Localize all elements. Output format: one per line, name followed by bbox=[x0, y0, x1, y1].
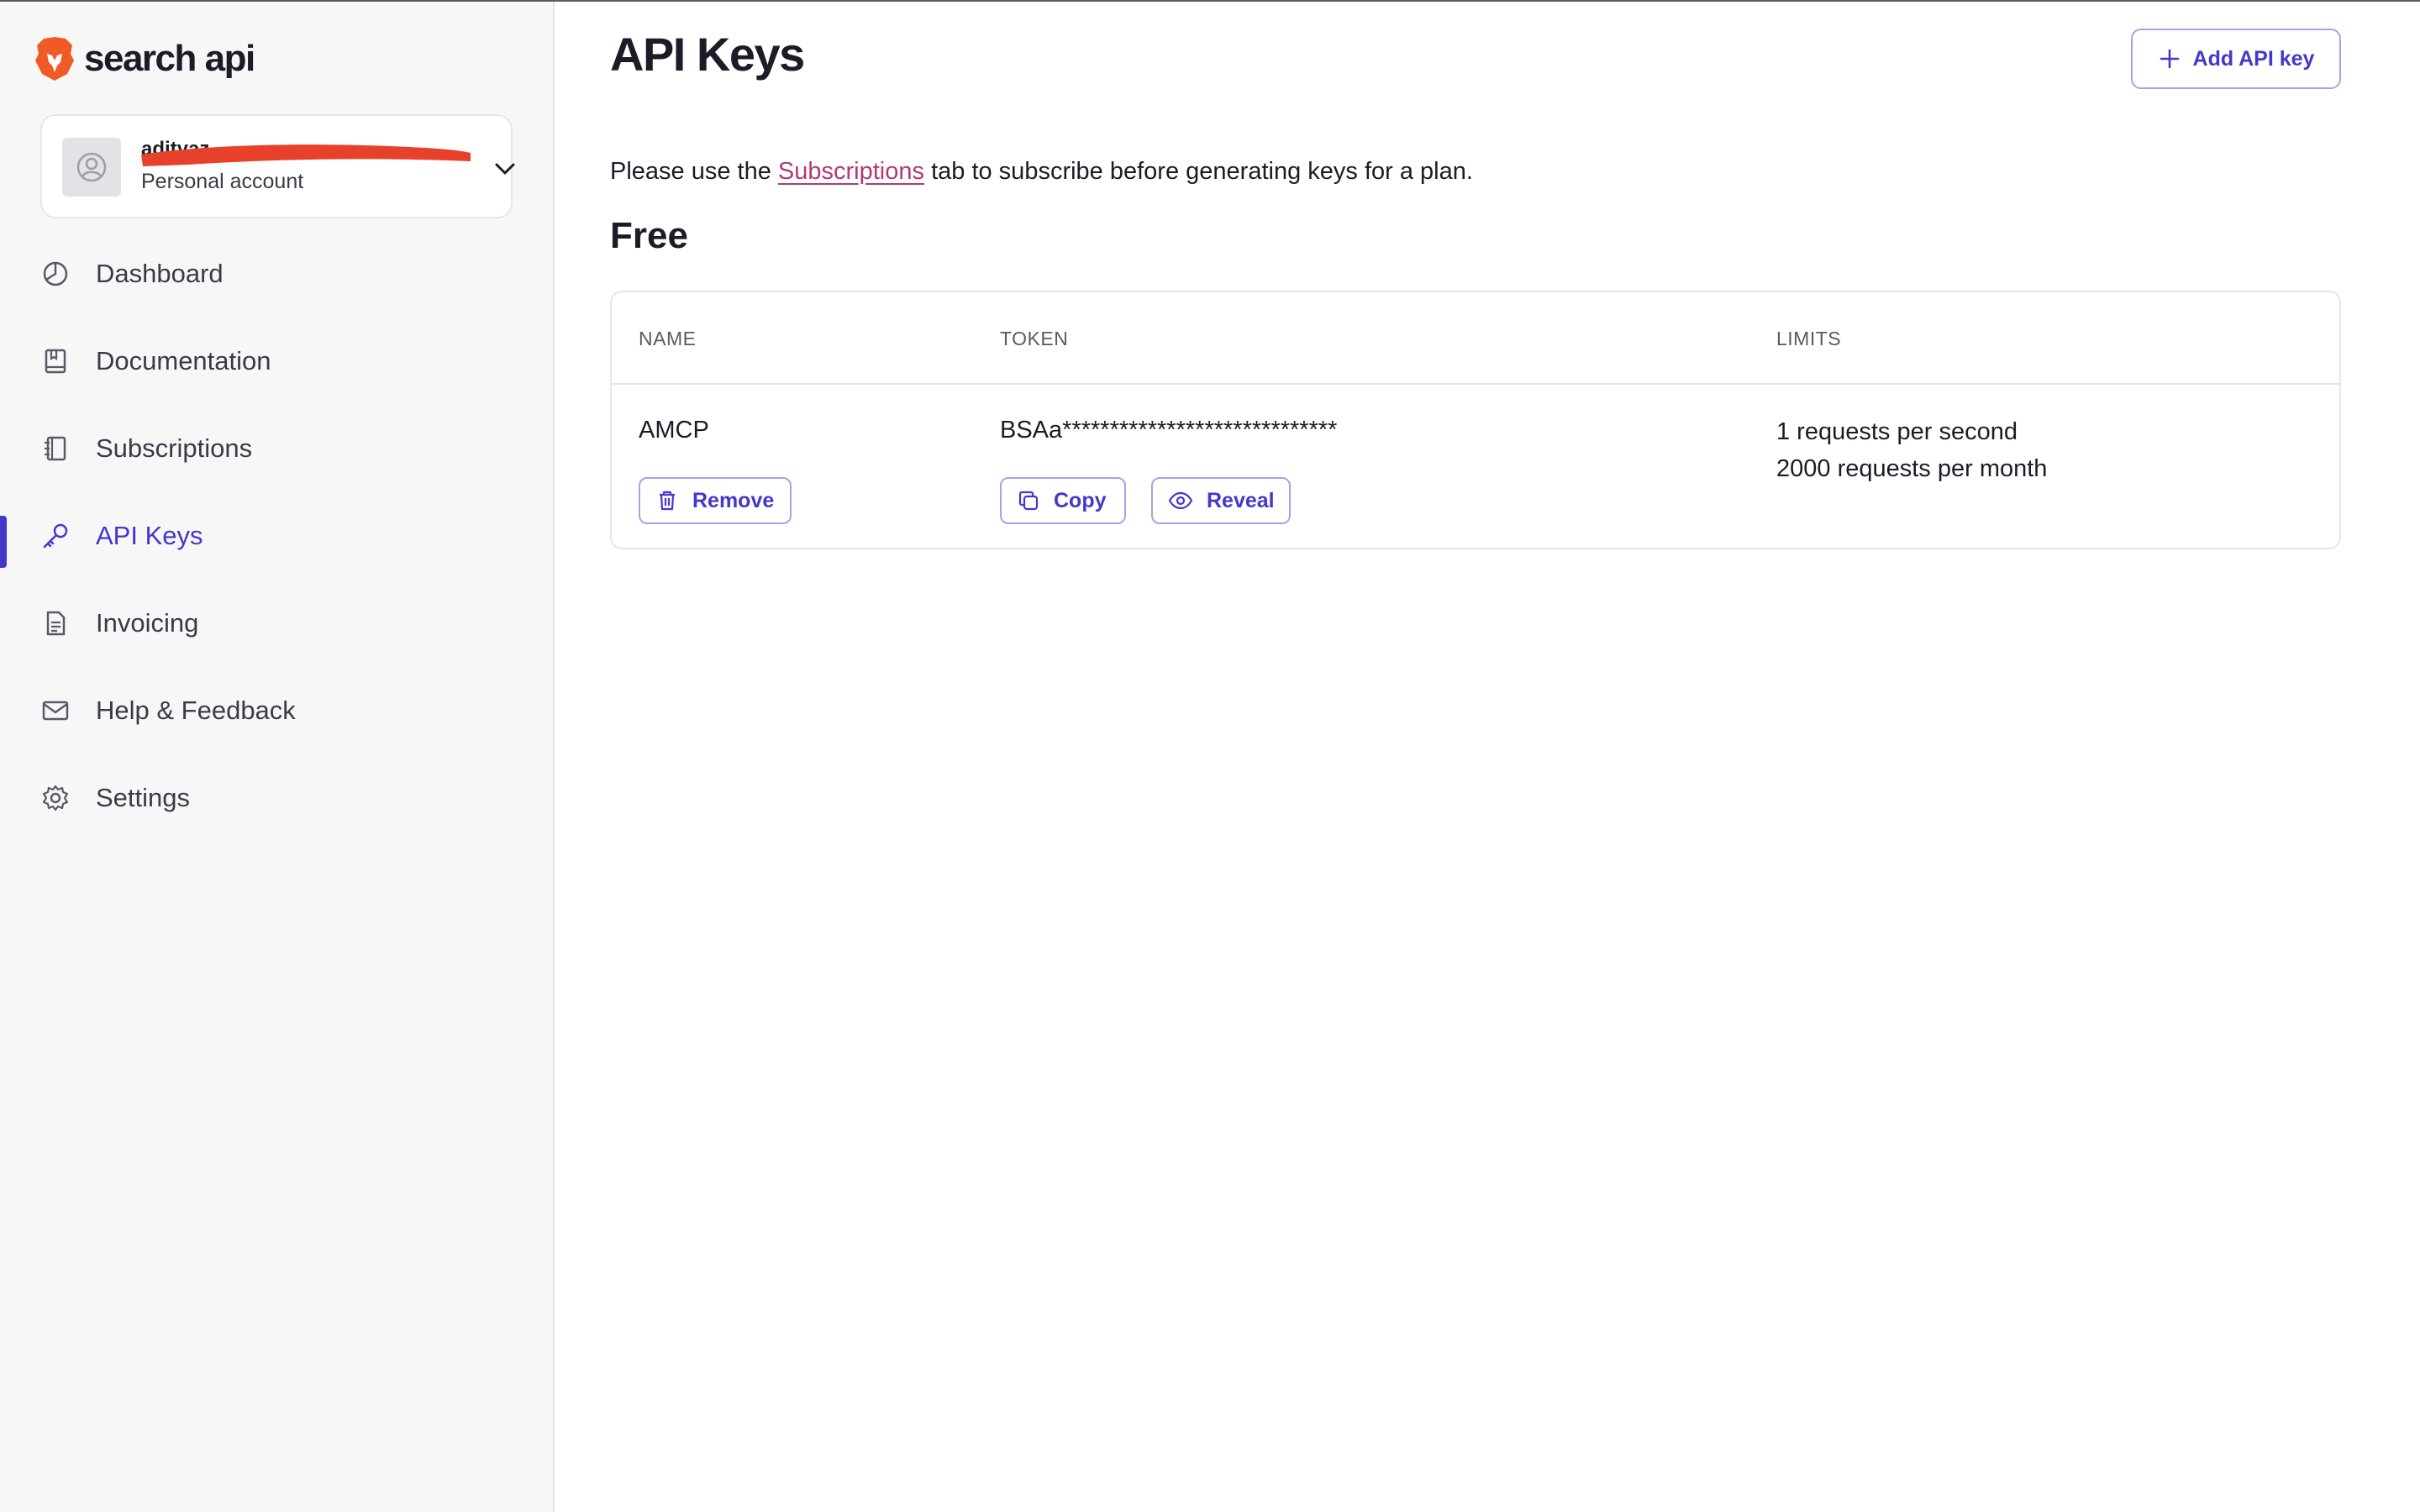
column-header-limits: LIMITS bbox=[1776, 328, 1842, 349]
key-icon bbox=[40, 521, 71, 551]
column-header-token: TOKEN bbox=[1000, 328, 1069, 349]
plus-icon bbox=[2160, 49, 2179, 69]
reveal-label: Reveal bbox=[1207, 488, 1275, 512]
sidebar-item-label: Subscriptions bbox=[96, 433, 253, 463]
gear-icon bbox=[40, 783, 71, 813]
brand-logo-link[interactable]: search api bbox=[34, 35, 255, 82]
account-switcher[interactable]: adityaz Personal account bbox=[40, 114, 515, 218]
key-token: BSAa***************************** bbox=[1000, 417, 1338, 444]
key-limits: 1 requests per second 2000 requests per … bbox=[1776, 413, 2047, 487]
copy-icon bbox=[1018, 491, 1039, 511]
book-icon bbox=[40, 346, 71, 376]
app-window: search api adityaz Personal account Dash… bbox=[0, 0, 2420, 1512]
notebook-icon bbox=[40, 433, 71, 464]
remove-button[interactable]: Remove bbox=[639, 477, 792, 524]
subscribe-notice: Please use the Subscriptions tab to subs… bbox=[610, 158, 1473, 186]
api-keys-table: NAME TOKEN LIMITS AMCP BSAa*************… bbox=[610, 291, 2341, 549]
chevron-down-icon[interactable] bbox=[491, 155, 519, 183]
sidebar-item-documentation[interactable]: Documentation bbox=[0, 318, 553, 405]
page-title: API Keys bbox=[610, 28, 805, 81]
sidebar-item-label: Help & Feedback bbox=[96, 696, 296, 725]
brand-name: search api bbox=[84, 38, 255, 79]
sidebar: search api adityaz Personal account Dash… bbox=[0, 2, 555, 1512]
main-content: API Keys Add API key Please use the Subs… bbox=[555, 2, 2420, 1512]
sidebar-item-label: Settings bbox=[96, 783, 191, 812]
limit-per-second: 1 requests per second bbox=[1776, 418, 2018, 445]
add-api-key-label: Add API key bbox=[2192, 46, 2315, 71]
user-circle-icon bbox=[76, 152, 107, 182]
plan-title: Free bbox=[610, 215, 688, 256]
table-header: NAME TOKEN LIMITS bbox=[612, 292, 2339, 385]
pie-chart-icon bbox=[40, 259, 71, 289]
copy-label: Copy bbox=[1054, 488, 1107, 512]
sidebar-item-label: Dashboard bbox=[96, 259, 224, 288]
document-icon bbox=[40, 608, 71, 638]
sidebar-item-api-keys[interactable]: API Keys bbox=[0, 492, 553, 580]
sidebar-item-label: API Keys bbox=[96, 521, 203, 550]
sidebar-nav: Dashboard Documentation Subscriptions AP… bbox=[0, 230, 553, 842]
mail-icon bbox=[40, 696, 71, 726]
trash-icon bbox=[660, 491, 675, 511]
subscriptions-link[interactable]: Subscriptions bbox=[778, 158, 924, 185]
sidebar-item-dashboard[interactable]: Dashboard bbox=[0, 230, 553, 318]
sidebar-item-invoicing[interactable]: Invoicing bbox=[0, 580, 553, 667]
copy-button[interactable]: Copy bbox=[1000, 477, 1126, 524]
redaction-scribble bbox=[141, 144, 471, 166]
lion-logo-icon bbox=[35, 37, 74, 81]
sidebar-item-help-feedback[interactable]: Help & Feedback bbox=[0, 667, 553, 754]
sidebar-item-settings[interactable]: Settings bbox=[0, 754, 553, 842]
sidebar-item-subscriptions[interactable]: Subscriptions bbox=[0, 405, 553, 492]
eye-icon bbox=[1168, 491, 1193, 510]
remove-label: Remove bbox=[692, 488, 775, 512]
reveal-button[interactable]: Reveal bbox=[1151, 477, 1291, 524]
notice-text-before: Please use the bbox=[610, 158, 778, 185]
notice-text-after: tab to subscribe before generating keys … bbox=[924, 158, 1473, 185]
account-type: Personal account bbox=[141, 170, 304, 193]
sidebar-item-label: Documentation bbox=[96, 346, 271, 375]
avatar bbox=[62, 138, 121, 197]
column-header-name: NAME bbox=[639, 328, 697, 349]
add-api-key-button[interactable]: Add API key bbox=[2131, 29, 2341, 89]
sidebar-item-label: Invoicing bbox=[96, 608, 199, 638]
key-name: AMCP bbox=[639, 417, 709, 444]
limit-per-month: 2000 requests per month bbox=[1776, 455, 2048, 482]
